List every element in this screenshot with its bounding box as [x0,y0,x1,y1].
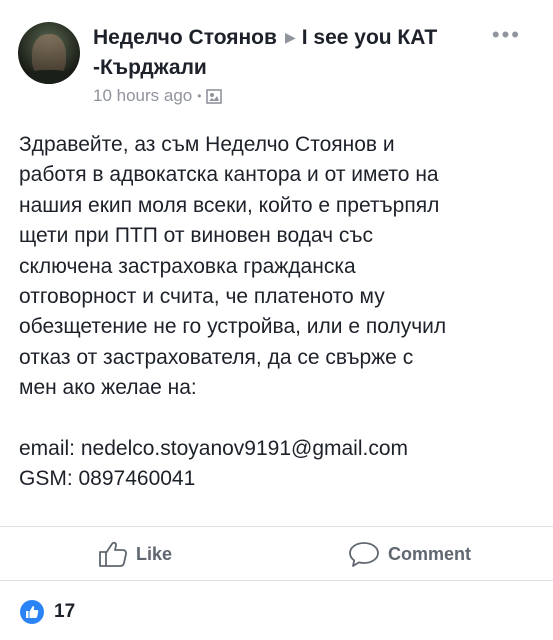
thumbs-up-icon [99,541,127,567]
comment-label: Comment [388,543,472,564]
like-reaction-icon [20,600,44,624]
post-header: Неделчо Стоянов ▶ I see you КАТ -Кърджали … [18,18,541,118]
comment-button[interactable]: Comment [348,527,471,581]
reaction-count: 17 [54,601,76,622]
meta-separator: • [197,89,202,103]
like-button[interactable]: Like [98,527,172,581]
body-line: сключена застраховка гражданска [19,254,356,278]
author-avatar[interactable] [18,22,80,84]
body-line: отговорност и счита, че платеното му [19,285,385,309]
post-timestamp[interactable]: 10 hours ago [93,86,192,106]
like-label: Like [136,543,173,564]
more-options-icon[interactable]: ••• [492,22,521,48]
action-bar: Like Comment [0,526,553,581]
post-card: Неделчо Стоянов ▶ I see you КАТ -Кърджали … [0,0,553,640]
post-body: Здравейте, аз съм Неделчо Стоянов и рабо… [19,130,539,495]
email-line: email: nedelco.stoyanov9191@gmail.com [19,437,409,461]
body-line: Здравейте, аз съм Неделчо Стоянов и [19,133,395,156]
body-line: работя в адвокатска кантора и от името н… [19,163,439,187]
contact-info: email: nedelco.stoyanov9191@gmail.com GS… [19,434,539,495]
avatar-shirt [22,70,76,84]
privacy-icon [206,88,223,104]
post-title: Неделчо Стоянов ▶ I see you КАТ -Кърджали [93,22,493,83]
triangle-arrow-icon: ▶ [284,29,296,45]
body-line: щети при ПТП от виновен водач със [19,224,374,248]
reactions-summary[interactable]: 17 [20,598,75,626]
body-line: обезщетение не го устройва, или е получи… [19,315,447,339]
gsm-line: GSM: 0897460041 [19,467,196,491]
body-line: мен ако желае на: [19,376,197,400]
post-message: Здравейте, аз съм Неделчо Стоянов и рабо… [19,130,539,404]
author-name[interactable]: Неделчо Стоянов [93,26,277,49]
post-meta: 10 hours ago • [93,86,223,106]
body-line: отказ от застрахователя, да се свърже с [19,345,414,369]
body-line: нашия екип моля всеки, който е претърпял [19,193,440,217]
comment-bubble-icon [349,542,379,567]
